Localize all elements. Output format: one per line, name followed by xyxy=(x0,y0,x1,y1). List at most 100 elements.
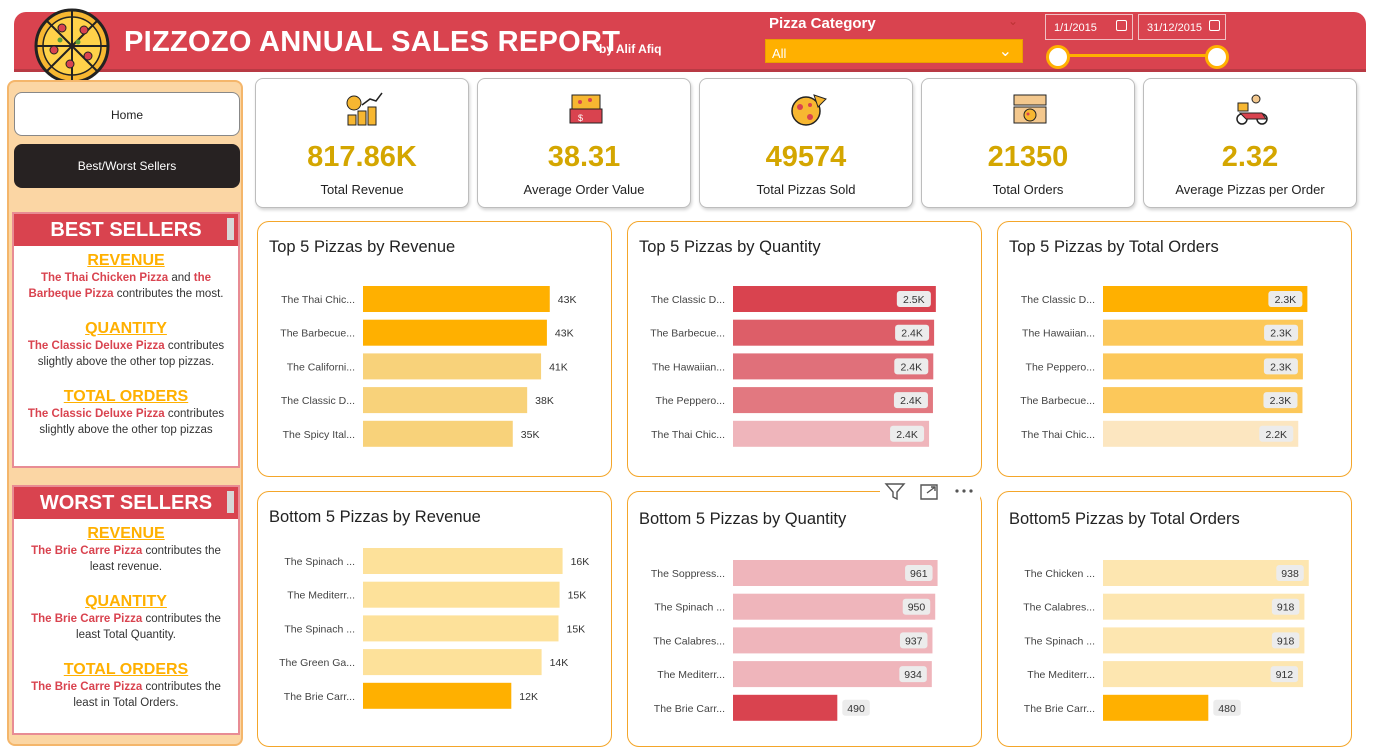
header-banner: PIZZOZO ANNUAL SALES REPORT by Alif Afiq… xyxy=(14,8,1366,84)
best-sellers-heading-text: BEST SELLERS xyxy=(50,219,202,241)
data-label: 2.3K xyxy=(1270,328,1292,340)
kpi-label: Average Pizzas per Order xyxy=(1175,182,1325,197)
visual-header-toolbar xyxy=(880,478,980,504)
scrollbar[interactable] xyxy=(227,491,234,513)
best-orders-text: The Classic Deluxe Pizza contributes sli… xyxy=(14,406,238,438)
report-byline: by Alif Afiq xyxy=(599,42,662,56)
category-label: The Brie Carr... xyxy=(1024,703,1095,715)
bar[interactable] xyxy=(363,548,563,574)
chart-card-top5-quantity[interactable]: Top 5 Pizzas by Quantity The Classic D..… xyxy=(627,221,982,477)
category-label: The Calabres... xyxy=(653,635,725,647)
pizza-name: The Classic Deluxe Pizza xyxy=(27,340,165,352)
bar-chart: The Chicken ... 938 The Calabres... 918 The … xyxy=(1023,560,1309,721)
worst-sellers-heading-text: WORST SELLERS xyxy=(39,492,213,514)
data-label: 934 xyxy=(904,669,922,681)
data-label: 961 xyxy=(910,568,928,580)
data-label: 937 xyxy=(905,635,923,647)
data-label: 2.4K xyxy=(901,328,923,340)
data-label: 2.5K xyxy=(903,294,925,306)
pizza-category-dropdown[interactable]: All ⌄ xyxy=(765,39,1023,63)
chart-card-top5-orders[interactable]: Top 5 Pizzas by Total Orders The Classic… xyxy=(997,221,1352,477)
category-label: The Calabres... xyxy=(1023,602,1095,614)
bar[interactable] xyxy=(363,581,560,608)
data-label: 43K xyxy=(555,328,574,340)
chevron-down-icon: ⌄ xyxy=(998,43,1012,60)
chart-card-bottom5-quantity[interactable]: Bottom 5 Pizzas by Quantity The Soppress… xyxy=(627,491,982,747)
category-label: The Mediterr... xyxy=(1027,669,1095,681)
data-label: 2.3K xyxy=(1270,361,1292,373)
date-range-slider-track[interactable] xyxy=(1057,54,1220,57)
data-label: 43K xyxy=(558,294,577,306)
data-label: 2.3K xyxy=(1270,395,1292,407)
pizza-category-value: All xyxy=(772,46,787,61)
category-label: The Barbecue... xyxy=(650,328,725,340)
data-label: 490 xyxy=(847,703,865,715)
chevron-down-icon[interactable]: ⌄ xyxy=(1008,14,1018,28)
data-label: 15K xyxy=(567,623,586,635)
kpi-card-total-orders: 21350 Total Orders xyxy=(921,78,1135,208)
bar[interactable] xyxy=(363,319,547,346)
delivery-icon xyxy=(1236,94,1268,125)
chart-card-bottom5-revenue[interactable]: Bottom 5 Pizzas by Revenue The Spinach .… xyxy=(257,491,612,747)
money-icon xyxy=(346,92,383,126)
bar[interactable] xyxy=(363,387,528,414)
category-label: The Soppress... xyxy=(651,568,725,580)
data-label: 15K xyxy=(568,590,587,602)
best-orders-title: TOTAL ORDERS xyxy=(63,388,189,405)
date-end-input[interactable]: 31/12/2015 xyxy=(1138,14,1226,40)
category-label: The Peppero... xyxy=(656,395,725,407)
insight-text: contributes the most. xyxy=(113,288,224,300)
category-label: The Mediterr... xyxy=(657,669,725,681)
report-title: PIZZOZO ANNUAL SALES REPORT xyxy=(124,26,621,58)
best-revenue-title: REVENUE xyxy=(87,252,165,269)
chart-card-top5-revenue[interactable]: Top 5 Pizzas by Revenue The Thai Chic...… xyxy=(257,221,612,477)
scrollbar[interactable] xyxy=(227,218,234,240)
date-range-start-handle[interactable] xyxy=(1046,45,1070,69)
pizza-name: The Brie Carre Pizza xyxy=(31,545,143,557)
dashboard-page: PIZZOZO ANNUAL SALES REPORT by Alif Afiq… xyxy=(0,0,1378,751)
chart-card-bottom5-orders[interactable]: Bottom5 Pizzas by Total Orders The Chick… xyxy=(997,491,1352,747)
worst-revenue-text: The Brie Carre Pizza contributes the lea… xyxy=(14,543,238,575)
worst-sellers-panel: WORST SELLERS REVENUE The Brie Carre Piz… xyxy=(12,485,240,735)
bar[interactable] xyxy=(733,694,838,721)
best-worst-sellers-button[interactable]: Best/Worst Sellers xyxy=(14,144,240,188)
bar[interactable] xyxy=(363,649,542,676)
bar[interactable] xyxy=(1103,694,1209,721)
calendar-icon[interactable] xyxy=(1116,20,1127,31)
bar[interactable] xyxy=(363,682,512,709)
pizza-name: The Brie Carre Pizza xyxy=(31,681,143,693)
home-button[interactable]: Home xyxy=(14,92,240,136)
more-options-icon[interactable] xyxy=(955,489,973,493)
date-range-end-handle[interactable] xyxy=(1205,45,1229,69)
bar-chart: The Soppress... 961 The Spinach ... 950 The … xyxy=(651,560,938,721)
kpi-card-total-pizzas-sold: 49574 Total Pizzas Sold xyxy=(699,78,913,208)
data-label: 480 xyxy=(1218,703,1236,715)
category-label: The Spinach ... xyxy=(284,556,355,568)
category-label: The Barbecue... xyxy=(1020,395,1095,407)
best-sellers-panel: BEST SELLERS REVENUE The Thai Chicken Pi… xyxy=(12,212,240,468)
date-start-input[interactable]: 1/1/2015 xyxy=(1045,14,1133,40)
bar-chart: The Classic D... 2.3K The Hawaiian... 2.3K T… xyxy=(1020,286,1308,447)
data-label: 12K xyxy=(519,691,538,703)
pizza-name: The Thai Chicken Pizza xyxy=(41,272,169,284)
kpi-card-average-order-value: $ 38.31 Average Order Value xyxy=(477,78,691,208)
calendar-icon[interactable] xyxy=(1209,20,1220,31)
data-label: 918 xyxy=(1277,602,1295,614)
open-box-icon xyxy=(1013,94,1047,124)
worst-orders-title: TOTAL ORDERS xyxy=(63,661,189,678)
bar[interactable] xyxy=(363,286,550,312)
bar[interactable] xyxy=(363,353,542,380)
category-label: The Spinach ... xyxy=(654,602,725,614)
kpi-label: Total Pizzas Sold xyxy=(756,182,856,197)
category-label: The Californi... xyxy=(287,361,355,373)
category-label: The Classic D... xyxy=(281,395,355,407)
pizza-name: The Brie Carre Pizza xyxy=(31,613,143,625)
worst-quantity-title: QUANTITY xyxy=(85,593,167,610)
bar[interactable] xyxy=(363,615,559,642)
best-quantity-text: The Classic Deluxe Pizza contributes sli… xyxy=(14,338,238,370)
kpi-label: Total Revenue xyxy=(320,182,404,197)
kpi-value: 817.86K xyxy=(307,141,417,173)
bar[interactable] xyxy=(363,420,513,447)
data-label: 2.3K xyxy=(1275,294,1297,306)
kpi-value: 49574 xyxy=(765,141,847,173)
